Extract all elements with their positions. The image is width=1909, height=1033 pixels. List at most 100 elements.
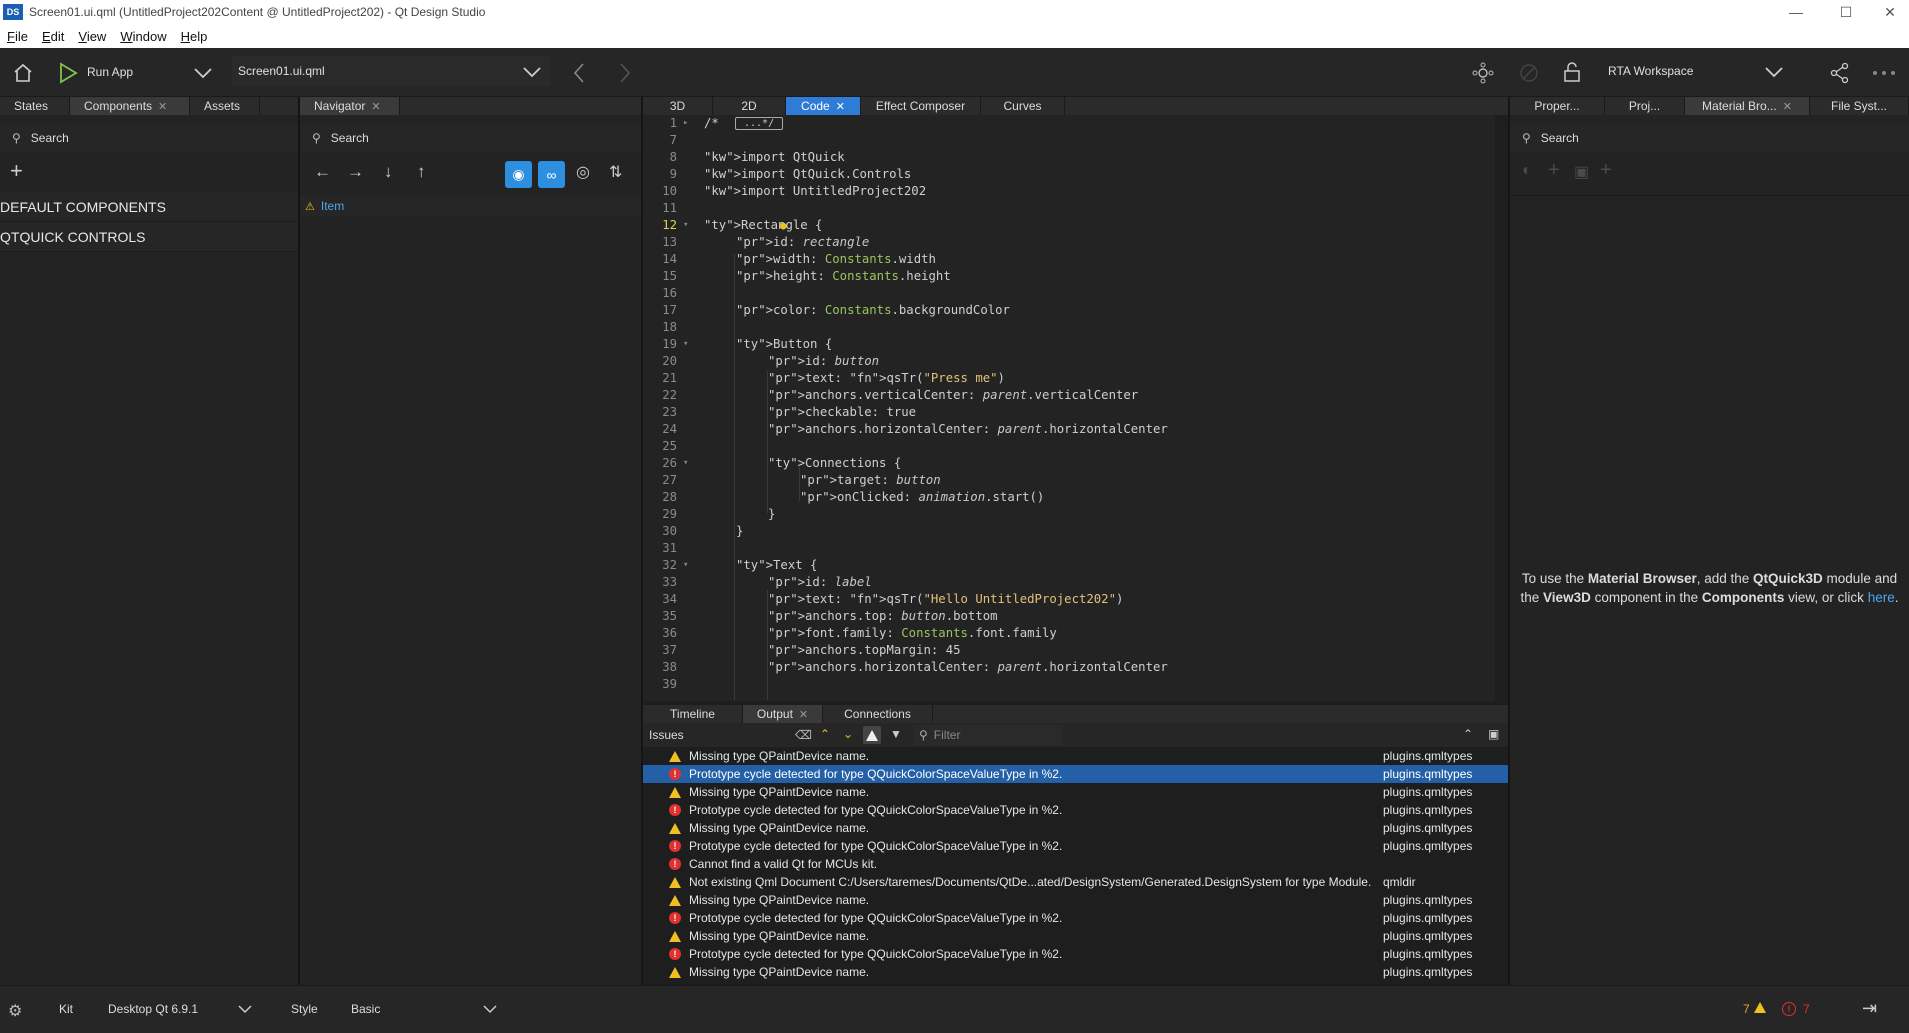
tab-3d[interactable]: 3D (643, 97, 713, 115)
run-icon[interactable] (58, 62, 78, 84)
code-line[interactable]: 8 "kw">import QtQuick (643, 149, 1495, 166)
filter-input[interactable]: ⚲ Filter (913, 725, 1063, 745)
arrow-right-icon[interactable]: → (347, 162, 364, 182)
kit-selector[interactable]: Desktop Qt 6.9.1 (100, 996, 260, 1022)
sign-out-icon[interactable]: ⇥ (1862, 998, 1877, 1019)
home-icon[interactable] (12, 62, 34, 84)
menu-file[interactable]: File (7, 29, 28, 44)
issue-row[interactable]: Missing type QPaintDevice name. plugins.q… (643, 891, 1508, 909)
close-tab-icon[interactable]: ✕ (836, 100, 845, 113)
gear-icon[interactable]: ⚙ (8, 1001, 22, 1021)
tab-effect-composer[interactable]: Effect Composer (861, 97, 981, 115)
menu-edit[interactable]: Edit (42, 29, 64, 44)
filter-icon[interactable]: ▼ (890, 727, 902, 741)
sort-icon[interactable]: ⇅ (609, 162, 622, 182)
arrow-left-icon[interactable]: ← (314, 162, 331, 182)
code-line[interactable]: 13 "pr">id: rectangle (643, 234, 1495, 251)
code-line[interactable]: 32 ▾ "ty">Text { (643, 557, 1495, 574)
code-line[interactable]: 31 (643, 540, 1495, 557)
close-tab-icon[interactable]: ✕ (799, 708, 808, 721)
tab-curves[interactable]: Curves (981, 97, 1065, 115)
collapsed-comment-marker[interactable]: ...*/ (735, 117, 784, 130)
navigator-item-row[interactable]: ⚠ Item (300, 196, 641, 216)
menu-help[interactable]: Help (181, 29, 208, 44)
issue-row[interactable]: ! Cannot find a valid Qt for MCUs kit. (643, 855, 1508, 873)
code-line[interactable]: 37 "pr">anchors.topMargin: 45 (643, 642, 1495, 659)
code-line[interactable]: 10 "kw">import UntitledProject202 (643, 183, 1495, 200)
link-icon[interactable]: ∞ (538, 161, 565, 188)
prev-icon[interactable]: ⌃ (820, 727, 830, 741)
close-tab-icon[interactable]: ✕ (1783, 100, 1792, 113)
tab-material-browser[interactable]: Material Bro... ✕ (1685, 97, 1810, 115)
chevron-down-icon[interactable] (193, 66, 213, 80)
issue-row[interactable]: Missing type QPaintDevice name. plugins.q… (643, 783, 1508, 801)
code-line[interactable]: 7 (643, 132, 1495, 149)
code-line[interactable]: 9 "kw">import QtQuick.Controls (643, 166, 1495, 183)
code-line[interactable]: 17 "pr">color: Constants.backgroundColor (643, 302, 1495, 319)
maximize-panel-icon[interactable]: ▣ (1488, 727, 1499, 741)
next-icon[interactable]: ⌄ (843, 727, 853, 741)
issue-row[interactable]: Missing type QPaintDevice name. plugins.q… (643, 963, 1508, 981)
code-line[interactable]: 14 "pr">width: Constants.width (643, 251, 1495, 268)
code-line[interactable]: 26 ▾ "ty">Connections { (643, 455, 1495, 472)
issue-row[interactable]: Missing type QPaintDevice name. plugins.q… (643, 819, 1508, 837)
issue-row[interactable]: ! Prototype cycle detected for type QQuic… (643, 765, 1508, 783)
issue-row[interactable]: ! Prototype cycle detected for type QQuic… (643, 945, 1508, 963)
workspace-selector[interactable]: RTA Workspace (1600, 56, 1790, 86)
code-line[interactable]: 12 ▾ "ty">Rectangle {● (643, 217, 1495, 234)
error-count[interactable]: 7 (1803, 1002, 1810, 1016)
tab-file-system[interactable]: File Syst... (1810, 97, 1909, 115)
arrow-down-icon[interactable]: ↓ (384, 162, 393, 182)
material-search[interactable]: ⚲ Search (1510, 124, 1909, 152)
code-line[interactable]: 18 (643, 319, 1495, 336)
components-search[interactable]: ⚲ Search (0, 124, 298, 152)
style-selector[interactable]: Basic (345, 996, 505, 1022)
code-line[interactable]: 30} (643, 523, 1495, 540)
section-qtquick-controls[interactable]: QTQUICK CONTROLS (0, 222, 298, 252)
code-editor[interactable]: 1 ▸ /* ...*/ 7 8 "kw">import QtQuick 9 "kw">imp… (643, 115, 1495, 701)
filter-icon[interactable]: ◉ (505, 161, 532, 188)
code-line[interactable]: 36 "pr">font.family: Constants.font.famil… (643, 625, 1495, 642)
run-app-button[interactable]: Run App (87, 65, 133, 79)
fold-icon[interactable]: ▾ (683, 557, 688, 574)
share-icon[interactable] (1830, 62, 1850, 84)
code-line[interactable]: 21 "pr">text: "fn">qsTr("Press me") (643, 370, 1495, 387)
minimize-button[interactable]: — (1773, 0, 1819, 24)
lightbulb-icon[interactable]: ● (780, 217, 787, 234)
warning-filter-icon[interactable] (863, 726, 881, 744)
section-default-components[interactable]: DEFAULT COMPONENTS (0, 192, 298, 222)
fold-icon[interactable]: ▸ (683, 115, 688, 132)
fold-icon[interactable]: ▾ (683, 336, 688, 353)
tab-states[interactable]: States (0, 97, 70, 115)
issue-row[interactable]: ! Prototype cycle detected for type QQuic… (643, 801, 1508, 819)
code-line[interactable]: 27 "pr">target: button (643, 472, 1495, 489)
code-line[interactable]: 39 (643, 676, 1495, 693)
close-window-button[interactable]: ✕ (1867, 0, 1909, 24)
issue-row[interactable]: Missing type QPaintDevice name. plugins.q… (643, 927, 1508, 945)
issue-row[interactable]: ! Prototype cycle detected for type QQuic… (643, 837, 1508, 855)
close-tab-icon[interactable]: ✕ (158, 100, 167, 113)
menu-view[interactable]: View (78, 29, 106, 44)
code-line[interactable]: 34 "pr">text: "fn">qsTr("Hello UntitledPr… (643, 591, 1495, 608)
lock-icon[interactable] (1563, 61, 1581, 83)
code-line[interactable]: 28 "pr">onClicked: animation.start() (643, 489, 1495, 506)
code-line[interactable]: 19 ▾ "ty">Button { (643, 336, 1495, 353)
code-line[interactable]: 20 "pr">id: button (643, 353, 1495, 370)
navigator-search[interactable]: ⚲ Search (300, 124, 641, 152)
code-line[interactable]: 29} (643, 506, 1495, 523)
arrow-up-icon[interactable]: ↑ (417, 162, 426, 182)
issue-row[interactable]: Not existing Qml Document C:/Users/tarem… (643, 873, 1508, 891)
warning-count[interactable]: 7 (1743, 1002, 1750, 1016)
tab-output[interactable]: Output ✕ (743, 705, 823, 723)
tab-navigator[interactable]: Navigator ✕ (300, 97, 400, 115)
tab-connections[interactable]: Connections (823, 705, 933, 723)
code-line[interactable]: 1 ▸ /* ...*/ (643, 115, 1495, 132)
tab-components[interactable]: Components ✕ (70, 97, 190, 115)
code-line[interactable]: 23 "pr">checkable: true (643, 404, 1495, 421)
add-icon[interactable]: + (10, 158, 23, 184)
code-line[interactable]: 16 (643, 285, 1495, 302)
code-line[interactable]: 38 "pr">anchors.horizontalCenter: parent.… (643, 659, 1495, 676)
menu-window[interactable]: Window (120, 29, 166, 44)
back-icon[interactable] (572, 62, 586, 84)
code-line[interactable]: 11 (643, 200, 1495, 217)
